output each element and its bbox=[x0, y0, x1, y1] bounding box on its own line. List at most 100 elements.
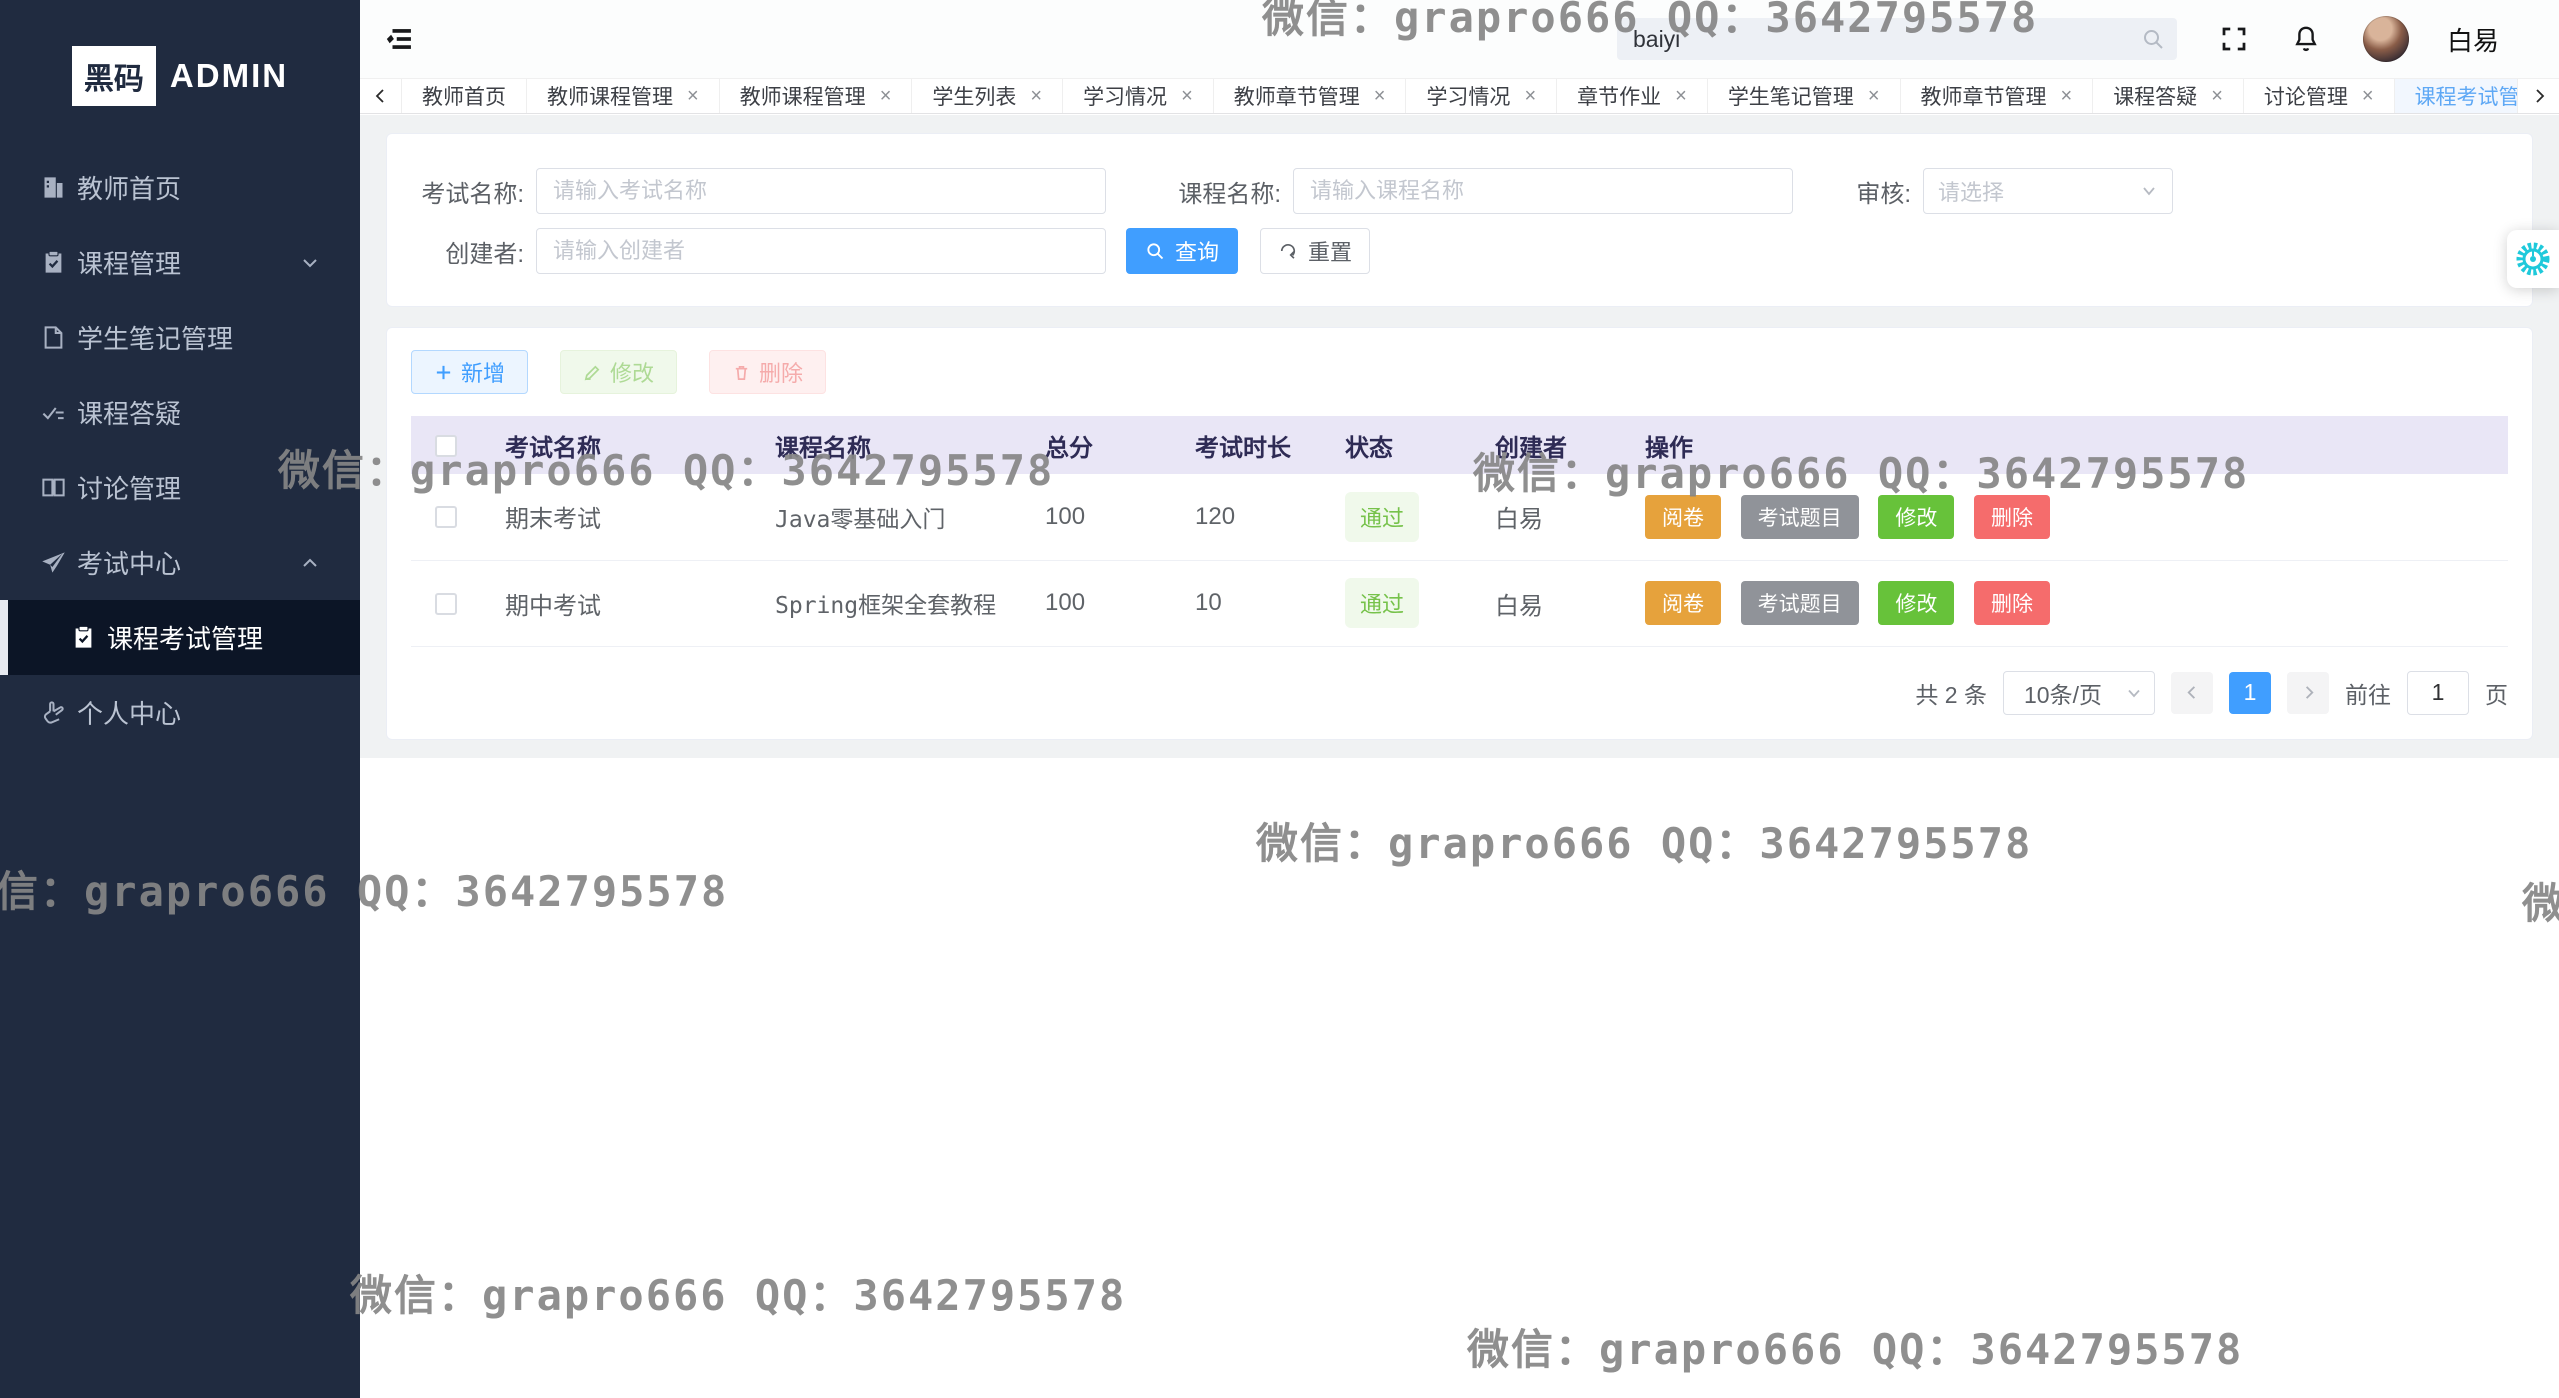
tab-teacher-chapter-management-2[interactable]: 教师章节管理× bbox=[1901, 79, 2094, 113]
tab-discussion-management[interactable]: 讨论管理× bbox=[2244, 79, 2395, 113]
total-score-cell: 100 bbox=[1045, 560, 1195, 646]
exam-name-input[interactable] bbox=[536, 168, 1106, 214]
close-icon[interactable]: × bbox=[2211, 86, 2223, 106]
avatar[interactable] bbox=[2363, 16, 2409, 62]
row-edit-button[interactable]: 修改 bbox=[1878, 495, 1954, 539]
close-icon[interactable]: × bbox=[2362, 86, 2374, 106]
review-button[interactable]: 阅卷 bbox=[1645, 495, 1721, 539]
row-delete-button[interactable]: 删除 bbox=[1974, 581, 2050, 625]
column-header: 考试时长 bbox=[1195, 416, 1345, 474]
header: 白易 bbox=[360, 0, 2559, 78]
search-icon bbox=[1145, 241, 1165, 261]
exam-questions-button[interactable]: 考试题目 bbox=[1741, 495, 1859, 539]
column-header: 课程名称 bbox=[775, 416, 1045, 474]
sidebar-collapse-icon[interactable] bbox=[384, 22, 418, 56]
sidebar-item-label: 学生笔记管理 bbox=[77, 319, 233, 356]
close-icon[interactable]: × bbox=[1030, 86, 1042, 106]
sidebar-item-student-notes[interactable]: 学生笔记管理 bbox=[0, 300, 360, 375]
tab-course-exam-management[interactable]: 课程考试管理× bbox=[2395, 79, 2517, 113]
edit-button[interactable]: 修改 bbox=[560, 350, 677, 394]
paper-plane-icon bbox=[40, 549, 67, 576]
chevron-right-icon bbox=[2531, 88, 2547, 104]
column-header: 总分 bbox=[1045, 416, 1195, 474]
search-input[interactable] bbox=[1617, 18, 2177, 60]
row-checkbox[interactable] bbox=[435, 506, 457, 528]
tab-label: 学习情况 bbox=[1083, 81, 1167, 111]
username[interactable]: 白易 bbox=[2447, 21, 2499, 58]
toolbar: 新增 修改 删除 bbox=[411, 350, 2508, 394]
chevron-down-icon bbox=[2140, 182, 2158, 200]
fullscreen-icon[interactable] bbox=[2219, 24, 2249, 54]
pagination: 共 2 条 10条/页 1 前往 bbox=[411, 671, 2508, 715]
sidebar: 黑码 ADMIN 教师首页 课程管理 bbox=[0, 0, 360, 1398]
query-button-label: 查询 bbox=[1175, 235, 1219, 267]
close-icon[interactable]: × bbox=[1524, 86, 1536, 106]
goto-page-input[interactable] bbox=[2407, 671, 2469, 715]
row-checkbox[interactable] bbox=[435, 593, 457, 615]
tab-label: 教师课程管理 bbox=[740, 81, 866, 111]
review-button[interactable]: 阅卷 bbox=[1645, 581, 1721, 625]
goto-label: 前往 bbox=[2345, 676, 2391, 710]
tab-label: 教师首页 bbox=[422, 81, 506, 111]
tab-teacher-home[interactable]: 教师首页 bbox=[402, 79, 527, 113]
sidebar-item-label: 教师首页 bbox=[77, 169, 181, 206]
tab-label: 教师课程管理 bbox=[547, 81, 673, 111]
close-icon[interactable]: × bbox=[687, 86, 699, 106]
status-badge: 通过 bbox=[1345, 492, 1419, 542]
tab-learning-status-2[interactable]: 学习情况× bbox=[1406, 79, 1557, 113]
status-badge: 通过 bbox=[1345, 578, 1419, 628]
settings-panel-button[interactable] bbox=[2507, 230, 2559, 288]
sidebar-item-course-management[interactable]: 课程管理 bbox=[0, 225, 360, 300]
main-area: 白易 教师首页 教师课程管理 × 教师课程管理 × 学生列表× 学习情况 × 教师章节… bbox=[360, 0, 2559, 1398]
add-button[interactable]: 新增 bbox=[411, 350, 528, 394]
search-icon[interactable] bbox=[2141, 27, 2165, 51]
tabs-scroll-right[interactable] bbox=[2517, 79, 2559, 113]
sidebar-item-personal-center[interactable]: 个人中心 bbox=[0, 675, 360, 750]
tab-chapter-homework[interactable]: 章节作业× bbox=[1557, 79, 1708, 113]
audit-select[interactable]: 请选择 bbox=[1923, 168, 2173, 214]
duration-cell: 10 bbox=[1195, 560, 1345, 646]
tab-student-list[interactable]: 学生列表× bbox=[912, 79, 1063, 113]
edit-button-label: 修改 bbox=[610, 356, 654, 388]
tab-teacher-chapter-management[interactable]: 教师章节管理× bbox=[1214, 79, 1407, 113]
select-all-checkbox[interactable] bbox=[435, 435, 457, 457]
tab-course-qa[interactable]: 课程答疑× bbox=[2093, 79, 2244, 113]
bell-icon[interactable] bbox=[2291, 24, 2321, 54]
close-icon[interactable]: × bbox=[1181, 86, 1193, 106]
page-size-select[interactable]: 10条/页 bbox=[2003, 671, 2155, 715]
tab-teacher-course-management[interactable]: 教师课程管理 × bbox=[527, 79, 720, 113]
creator-input[interactable] bbox=[536, 228, 1106, 274]
course-name-input[interactable] bbox=[1293, 168, 1793, 214]
sidebar-item-discussion-management[interactable]: 讨论管理 bbox=[0, 450, 360, 525]
checklist-icon bbox=[40, 399, 67, 426]
exam-questions-button[interactable]: 考试题目 bbox=[1741, 581, 1859, 625]
tab-label: 学生笔记管理 bbox=[1728, 81, 1854, 111]
close-icon[interactable]: × bbox=[1374, 86, 1386, 106]
prev-page-button[interactable] bbox=[2171, 672, 2213, 714]
close-icon[interactable]: × bbox=[1868, 86, 1880, 106]
close-icon[interactable]: × bbox=[2061, 86, 2073, 106]
reset-button[interactable]: 重置 bbox=[1260, 228, 1370, 274]
delete-button[interactable]: 删除 bbox=[709, 350, 826, 394]
page-number-1[interactable]: 1 bbox=[2229, 672, 2271, 714]
chevron-right-icon bbox=[2301, 685, 2316, 700]
row-delete-button[interactable]: 删除 bbox=[1974, 495, 2050, 539]
row-edit-button[interactable]: 修改 bbox=[1878, 581, 1954, 625]
logo: 黑码 ADMIN bbox=[0, 46, 360, 106]
tab-teacher-course-management-2[interactable]: 教师课程管理 × bbox=[720, 79, 913, 113]
tabs-scroll-left[interactable] bbox=[360, 79, 402, 113]
query-button[interactable]: 查询 bbox=[1126, 228, 1238, 274]
sidebar-item-course-exam-management[interactable]: 课程考试管理 bbox=[0, 600, 360, 675]
sidebar-item-course-qa[interactable]: 课程答疑 bbox=[0, 375, 360, 450]
tab-learning-status[interactable]: 学习情况 × bbox=[1063, 79, 1214, 113]
close-icon[interactable]: × bbox=[880, 86, 892, 106]
sidebar-item-label: 考试中心 bbox=[77, 544, 181, 581]
document-icon bbox=[40, 324, 67, 351]
sidebar-item-teacher-home[interactable]: 教师首页 bbox=[0, 150, 360, 225]
close-icon[interactable]: × bbox=[1675, 86, 1687, 106]
next-page-button[interactable] bbox=[2287, 672, 2329, 714]
tab-student-notes-management[interactable]: 学生笔记管理 × bbox=[1708, 79, 1901, 113]
sidebar-item-exam-center[interactable]: 考试中心 bbox=[0, 525, 360, 600]
delete-button-label: 删除 bbox=[759, 356, 803, 388]
chevron-up-icon bbox=[300, 553, 320, 573]
